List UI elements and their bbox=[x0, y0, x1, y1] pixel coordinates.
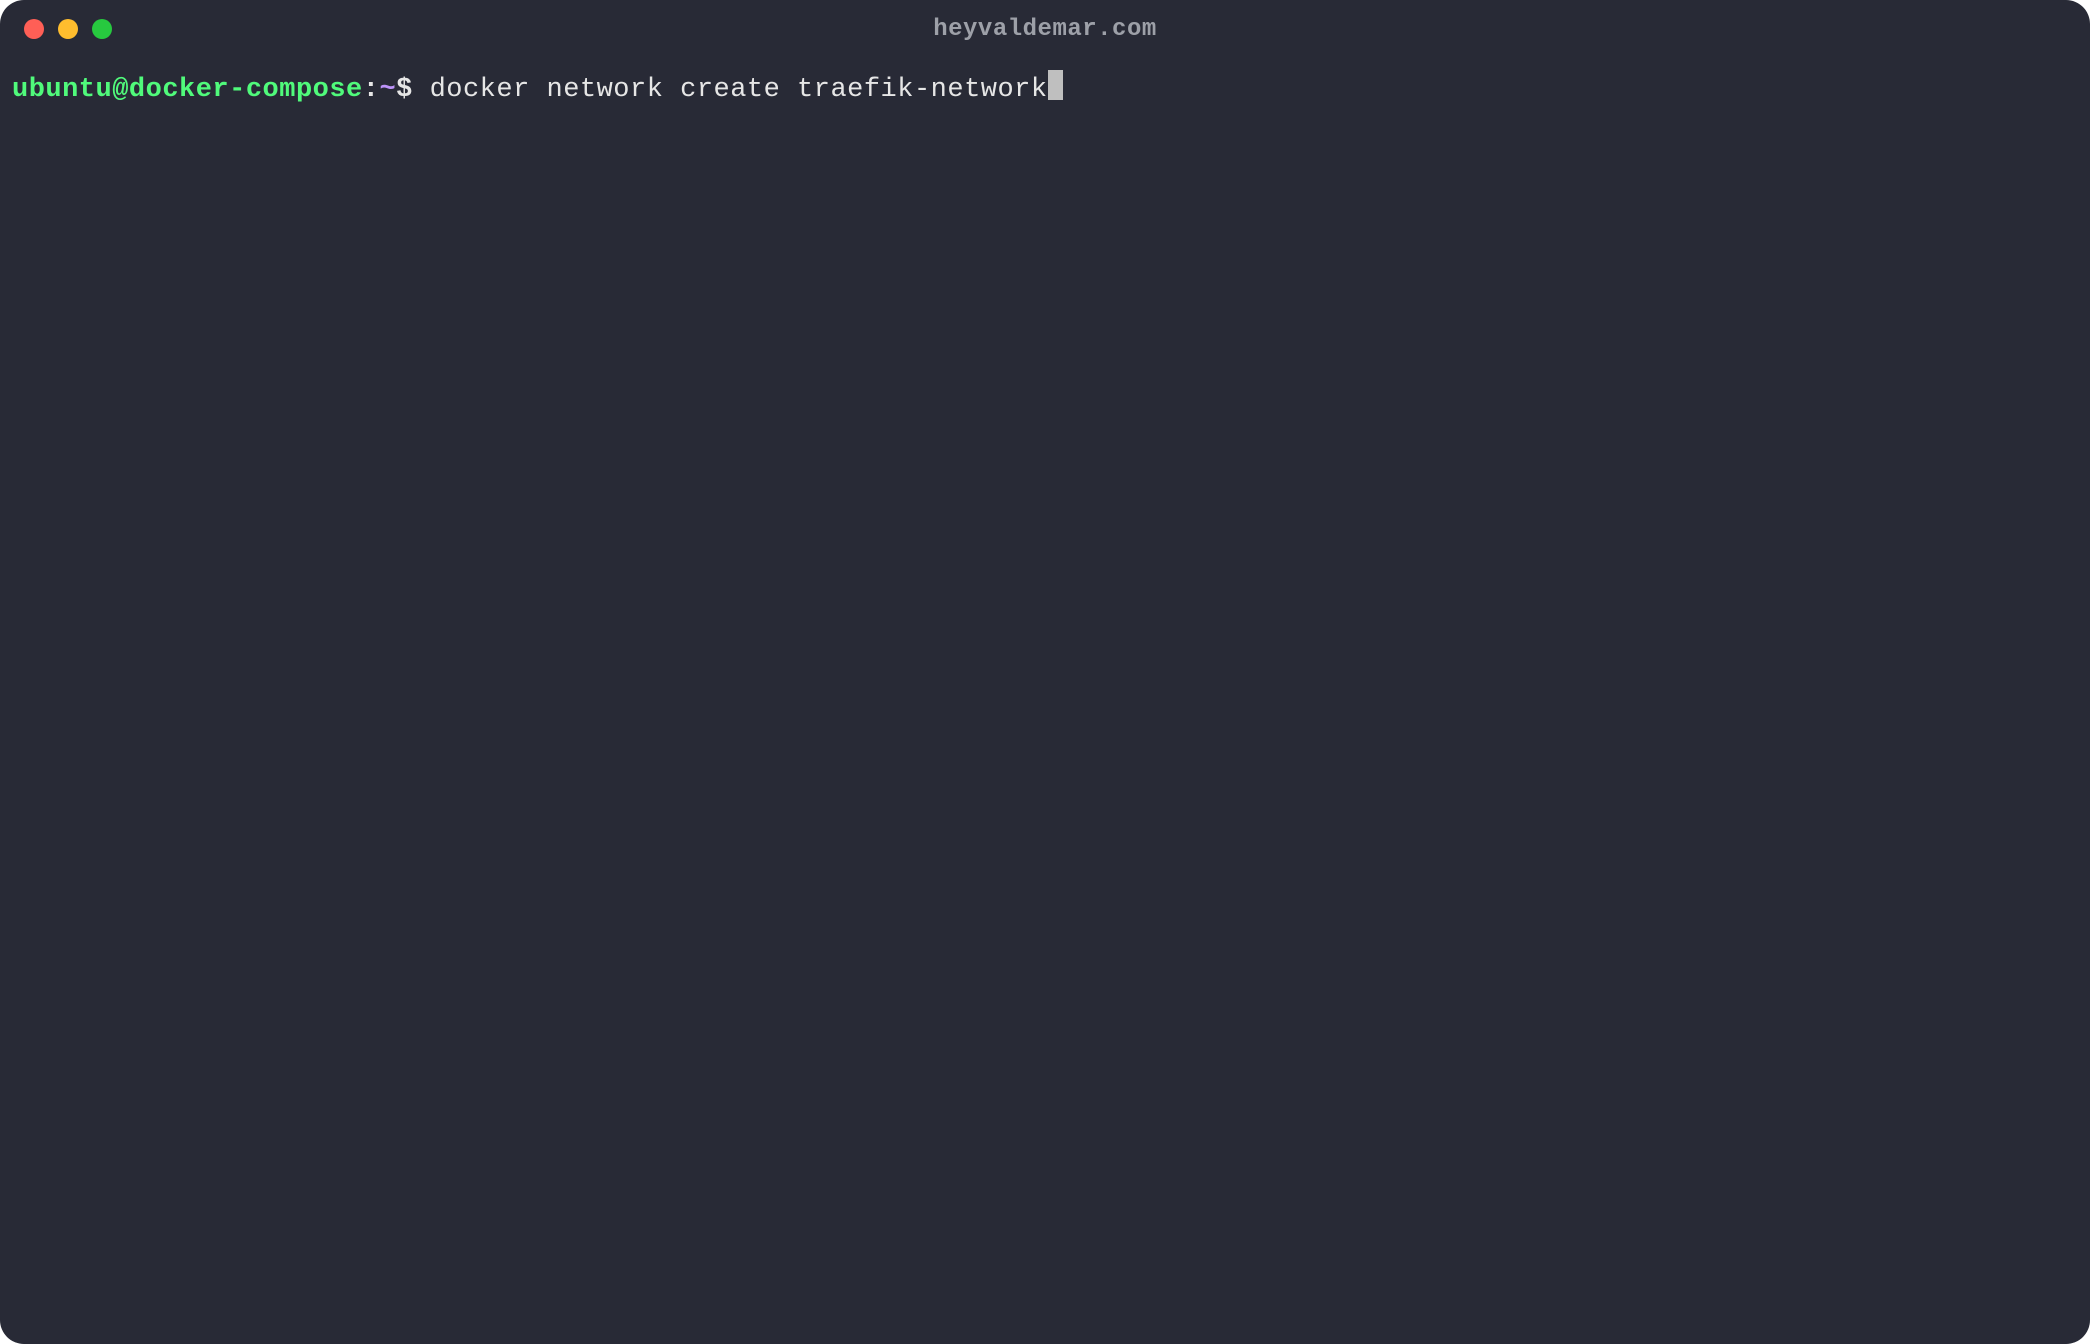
titlebar: heyvaldemar.com bbox=[0, 0, 2090, 58]
prompt-user-host: ubuntu@docker-compose bbox=[12, 70, 363, 111]
prompt-symbol: $ bbox=[396, 70, 413, 111]
cursor-icon bbox=[1048, 70, 1063, 100]
terminal-body[interactable]: ubuntu@docker-compose:~$ docker network … bbox=[0, 58, 2090, 1344]
prompt-line: ubuntu@docker-compose:~$ docker network … bbox=[12, 70, 2078, 111]
prompt-path: ~ bbox=[379, 70, 396, 111]
maximize-button[interactable] bbox=[92, 19, 112, 39]
command-input: docker network create traefik-network bbox=[430, 70, 1048, 111]
prompt-separator: : bbox=[363, 70, 380, 111]
window-title: heyvaldemar.com bbox=[933, 16, 1157, 43]
traffic-lights bbox=[24, 19, 112, 39]
command-text bbox=[413, 70, 430, 111]
terminal-window: heyvaldemar.com ubuntu@docker-compose:~$… bbox=[0, 0, 2090, 1344]
minimize-button[interactable] bbox=[58, 19, 78, 39]
close-button[interactable] bbox=[24, 19, 44, 39]
